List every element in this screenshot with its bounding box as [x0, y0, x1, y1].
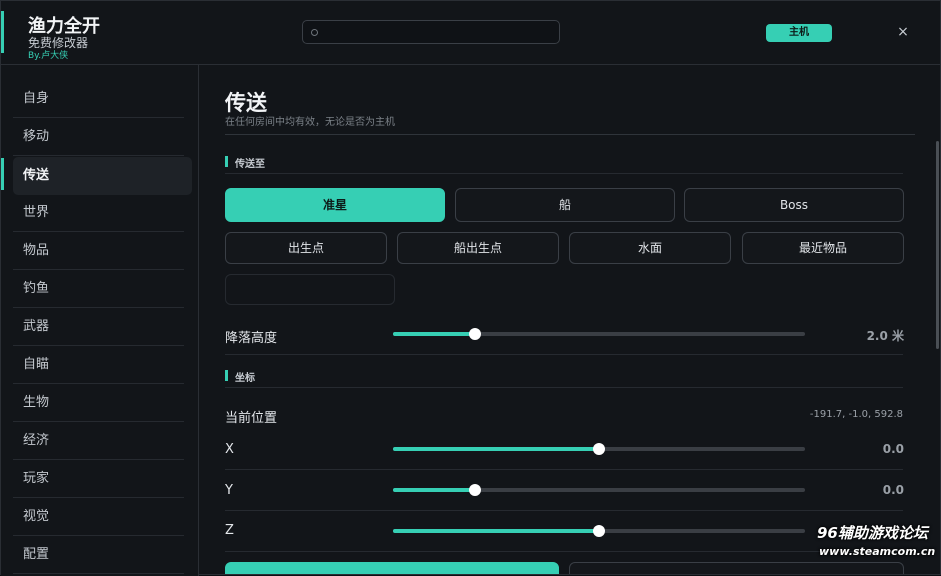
row-divider — [225, 469, 903, 470]
teleport-boat-spawn-button[interactable]: 船出生点 — [397, 232, 559, 264]
teleport-spawn-button[interactable]: 出生点 — [225, 232, 387, 264]
current-position-label: 当前位置 — [225, 411, 278, 426]
drop-height-label: 降落高度 — [225, 331, 278, 346]
slider-fill — [393, 529, 599, 533]
section-coordinates: 坐标 — [225, 368, 903, 388]
section-accent-bar — [225, 370, 228, 381]
slider-fill — [393, 332, 476, 336]
disabled-teleport-button — [225, 274, 395, 305]
teleport-nearest-item-button[interactable]: 最近物品 — [742, 232, 904, 264]
sidebar-item-teleport[interactable]: 传送 — [13, 157, 192, 195]
search-input[interactable] — [302, 20, 560, 44]
teleport-boat-button[interactable]: 船 — [455, 188, 675, 222]
sidebar-item-world[interactable]: 世界 — [13, 194, 184, 232]
sidebar-item-players[interactable]: 玩家 — [13, 460, 184, 498]
watermark-line1: 96辅助游戏论坛 — [817, 524, 928, 542]
section-label: 传送至 — [235, 159, 265, 170]
y-value: 0.0 — [882, 483, 904, 497]
page-description: 在任何房间中均有效，无论是否为主机 — [225, 117, 395, 128]
brand-accent-bar — [1, 11, 4, 53]
sidebar-active-indicator — [1, 158, 4, 190]
title-divider — [225, 134, 915, 135]
app-window: 渔力全开 免费修改器 By.卢大侠 主机 × 自身 移动 传送 世界 物品 钓鱼… — [0, 0, 941, 576]
sidebar: 自身 移动 传送 世界 物品 钓鱼 武器 自瞄 生物 经济 玩家 视觉 配置 — [1, 65, 199, 576]
section-teleport-to: 传送至 — [225, 154, 903, 174]
x-axis-label: X — [225, 442, 234, 457]
search-icon — [311, 29, 318, 36]
sidebar-item-aimbot[interactable]: 自瞄 — [13, 346, 184, 384]
y-axis-label: Y — [225, 483, 233, 498]
watermark-line2: www.steamcom.cn — [819, 545, 936, 558]
sidebar-item-fishing[interactable]: 钓鱼 — [13, 270, 184, 308]
apply-coordinates-button[interactable] — [225, 562, 559, 574]
sidebar-item-economy[interactable]: 经济 — [13, 422, 184, 460]
host-button[interactable]: 主机 — [766, 24, 832, 42]
sidebar-item-config[interactable]: 配置 — [13, 536, 184, 574]
teleport-boss-button[interactable]: Boss — [684, 188, 904, 222]
drop-height-value: 2.0 米 — [866, 329, 904, 343]
sidebar-item-creatures[interactable]: 生物 — [13, 384, 184, 422]
section-label: 坐标 — [235, 373, 255, 384]
sidebar-item-items[interactable]: 物品 — [13, 232, 184, 270]
teleport-water-surface-button[interactable]: 水面 — [569, 232, 731, 264]
main-panel: 传送 在任何房间中均有效，无论是否为主机 传送至 准星 船 Boss 出生点 船… — [199, 65, 940, 574]
slider-fill — [393, 488, 476, 492]
sidebar-item-movement[interactable]: 移动 — [13, 118, 184, 156]
row-divider — [225, 354, 903, 355]
teleport-crosshair-button[interactable]: 准星 — [225, 188, 445, 222]
close-icon[interactable]: × — [894, 23, 912, 41]
watermark: 96辅助游戏论坛 www.steamcom.cn — [815, 522, 939, 568]
slider-thumb[interactable] — [593, 443, 605, 455]
y-slider[interactable] — [393, 484, 805, 496]
slider-fill — [393, 447, 599, 451]
z-axis-label: Z — [225, 523, 234, 538]
app-author: By.卢大侠 — [28, 51, 69, 61]
row-divider — [225, 510, 903, 511]
z-slider[interactable] — [393, 525, 805, 537]
current-position-value: -191.7, -1.0, 592.8 — [809, 409, 903, 420]
slider-thumb[interactable] — [469, 484, 482, 496]
drop-height-slider[interactable] — [393, 328, 805, 340]
slider-thumb[interactable] — [469, 328, 482, 340]
row-divider — [225, 551, 903, 552]
slider-thumb[interactable] — [593, 525, 605, 537]
x-value: 0.0 — [882, 442, 904, 456]
sidebar-item-visuals[interactable]: 视觉 — [13, 498, 184, 536]
header: 渔力全开 免费修改器 By.卢大侠 主机 × — [1, 1, 940, 65]
x-slider[interactable] — [393, 443, 805, 455]
section-accent-bar — [225, 156, 228, 167]
sidebar-item-weapons[interactable]: 武器 — [13, 308, 184, 346]
sidebar-item-self[interactable]: 自身 — [13, 80, 184, 118]
scrollbar[interactable] — [936, 141, 939, 349]
